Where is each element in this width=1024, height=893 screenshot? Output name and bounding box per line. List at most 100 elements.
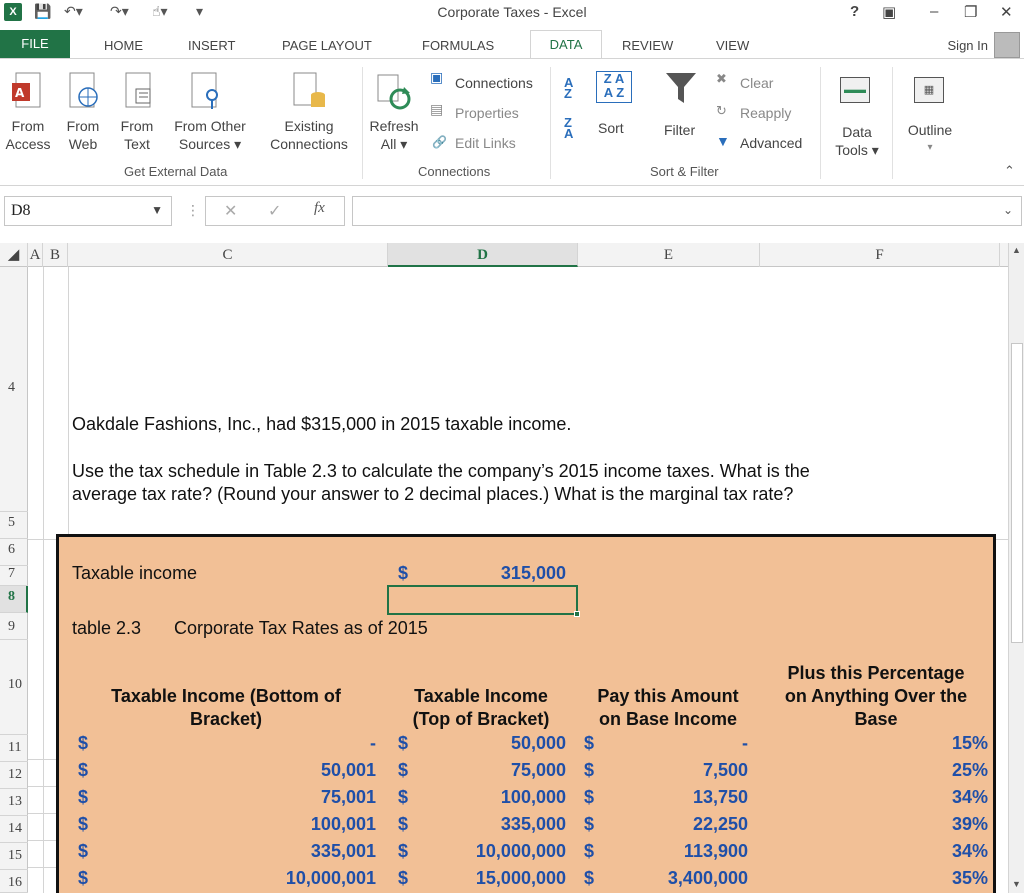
tax-rate-value[interactable]: 39%: [900, 814, 988, 835]
cancel-icon[interactable]: ✕: [224, 201, 237, 221]
taxable-income-label[interactable]: Taxable income: [72, 563, 197, 584]
from-web-button[interactable]: From Web: [60, 117, 106, 153]
sign-in-link[interactable]: Sign In: [948, 38, 988, 53]
chevron-down-icon[interactable]: ▼: [151, 203, 163, 218]
scroll-up-icon[interactable]: ▲: [1012, 245, 1021, 255]
filter-button[interactable]: Filter: [664, 121, 695, 139]
sort-button[interactable]: Sort: [598, 119, 624, 137]
formula-bar-drag-icon[interactable]: ⋮: [186, 202, 200, 219]
properties-button[interactable]: Properties: [455, 104, 519, 122]
column-header-d[interactable]: D: [388, 243, 578, 267]
row-header-10[interactable]: 10: [0, 640, 28, 735]
row-dollar[interactable]: $: [584, 841, 594, 862]
advanced-button[interactable]: Advanced: [740, 134, 802, 152]
bracket-bottom-value[interactable]: 100,001: [200, 814, 376, 835]
base-amount-value[interactable]: 3,400,000: [600, 868, 748, 889]
base-amount-value[interactable]: 13,750: [600, 787, 748, 808]
row-dollar[interactable]: $: [398, 814, 408, 835]
row-dollar[interactable]: $: [584, 733, 594, 754]
bracket-top-value[interactable]: 335,000: [420, 814, 566, 835]
tab-page-layout[interactable]: PAGE LAYOUT: [282, 38, 372, 53]
close-button[interactable]: ✕: [1000, 3, 1013, 21]
row-header-5[interactable]: 5: [0, 512, 28, 539]
row-dollar[interactable]: $: [584, 868, 594, 889]
base-amount-value[interactable]: -: [600, 733, 748, 754]
scroll-down-icon[interactable]: ▼: [1012, 879, 1021, 889]
from-other-sources-button[interactable]: From Other Sources ▾: [168, 117, 252, 153]
ribbon-display-icon[interactable]: ▣: [882, 3, 896, 21]
bracket-top-value[interactable]: 15,000,000: [420, 868, 566, 889]
tax-rate-value[interactable]: 15%: [900, 733, 988, 754]
row-dollar[interactable]: $: [78, 814, 88, 835]
insert-function-icon[interactable]: fx: [314, 200, 325, 217]
enter-check-icon[interactable]: ✓: [268, 201, 281, 221]
connections-button[interactable]: Connections: [455, 74, 533, 92]
refresh-all-button[interactable]: Refresh All ▾: [366, 117, 422, 153]
row-header-16[interactable]: 16: [0, 870, 28, 893]
column-header-b[interactable]: B: [43, 243, 68, 267]
row-header-12[interactable]: 12: [0, 762, 28, 789]
row-dollar[interactable]: $: [78, 841, 88, 862]
tax-rate-value[interactable]: 34%: [900, 787, 988, 808]
row-header-15[interactable]: 15: [0, 843, 28, 870]
scroll-thumb[interactable]: [1011, 343, 1023, 643]
column-header-e[interactable]: E: [578, 243, 760, 267]
row-dollar[interactable]: $: [78, 787, 88, 808]
row-header-14[interactable]: 14: [0, 816, 28, 843]
row-dollar[interactable]: $: [78, 733, 88, 754]
row-dollar[interactable]: $: [398, 760, 408, 781]
select-all-corner[interactable]: ◢: [0, 243, 28, 267]
row-header-4[interactable]: 4: [0, 267, 28, 512]
row-header-8[interactable]: 8: [0, 586, 28, 613]
tab-view[interactable]: VIEW: [716, 38, 749, 53]
selected-cell-d8[interactable]: [387, 585, 580, 617]
row-dollar[interactable]: $: [398, 733, 408, 754]
expand-formula-bar-icon[interactable]: ⌄: [1003, 203, 1013, 217]
row-header-9[interactable]: 9: [0, 613, 28, 640]
column-header-c[interactable]: C: [68, 243, 388, 267]
row-dollar[interactable]: $: [78, 760, 88, 781]
outline-button[interactable]: Outline ▾: [900, 121, 960, 157]
name-box[interactable]: D8 ▼: [4, 196, 172, 226]
bracket-top-value[interactable]: 10,000,000: [420, 841, 566, 862]
bracket-bottom-value[interactable]: 10,000,001: [200, 868, 376, 889]
base-amount-value[interactable]: 113,900: [600, 841, 748, 862]
tab-home[interactable]: HOME: [104, 38, 143, 53]
bracket-bottom-value[interactable]: 50,001: [200, 760, 376, 781]
tax-rate-value[interactable]: 35%: [900, 868, 988, 889]
tab-data[interactable]: DATA: [530, 30, 602, 60]
sort-a-to-z-icon[interactable]: AZ: [564, 76, 573, 100]
edit-links-button[interactable]: Edit Links: [455, 134, 516, 152]
column-header-a[interactable]: A: [28, 243, 43, 267]
base-amount-value[interactable]: 22,250: [600, 814, 748, 835]
row-header-7[interactable]: 7: [0, 566, 28, 586]
row-header-6[interactable]: 6: [0, 539, 28, 566]
taxable-income-value[interactable]: 315,000: [420, 563, 566, 584]
tab-file[interactable]: FILE: [0, 30, 70, 58]
tax-rate-value[interactable]: 25%: [900, 760, 988, 781]
bracket-bottom-value[interactable]: 335,001: [200, 841, 376, 862]
bracket-top-value[interactable]: 75,000: [420, 760, 566, 781]
row-dollar[interactable]: $: [78, 868, 88, 889]
collapse-ribbon-icon[interactable]: ⌃: [1004, 163, 1015, 179]
fill-handle[interactable]: [574, 611, 580, 617]
row-header-13[interactable]: 13: [0, 789, 28, 816]
tab-insert[interactable]: INSERT: [188, 38, 235, 53]
taxable-income-dollar[interactable]: $: [398, 563, 408, 584]
clear-button[interactable]: Clear: [740, 74, 773, 92]
column-header-f[interactable]: F: [760, 243, 1000, 267]
bracket-bottom-value[interactable]: -: [200, 733, 376, 754]
tab-formulas[interactable]: FORMULAS: [422, 38, 494, 53]
existing-connections-button[interactable]: Existing Connections: [262, 117, 356, 153]
bracket-top-value[interactable]: 100,000: [420, 787, 566, 808]
minimize-button[interactable]: –: [930, 3, 938, 20]
help-button[interactable]: ?: [850, 3, 859, 20]
tab-review[interactable]: REVIEW: [622, 38, 673, 53]
row-header-11[interactable]: 11: [0, 735, 28, 762]
restore-icon[interactable]: ❐: [964, 3, 977, 21]
tax-rate-value[interactable]: 34%: [900, 841, 988, 862]
row-dollar[interactable]: $: [584, 814, 594, 835]
row-dollar[interactable]: $: [398, 841, 408, 862]
row-dollar[interactable]: $: [584, 760, 594, 781]
from-access-button[interactable]: From Access: [0, 117, 56, 153]
